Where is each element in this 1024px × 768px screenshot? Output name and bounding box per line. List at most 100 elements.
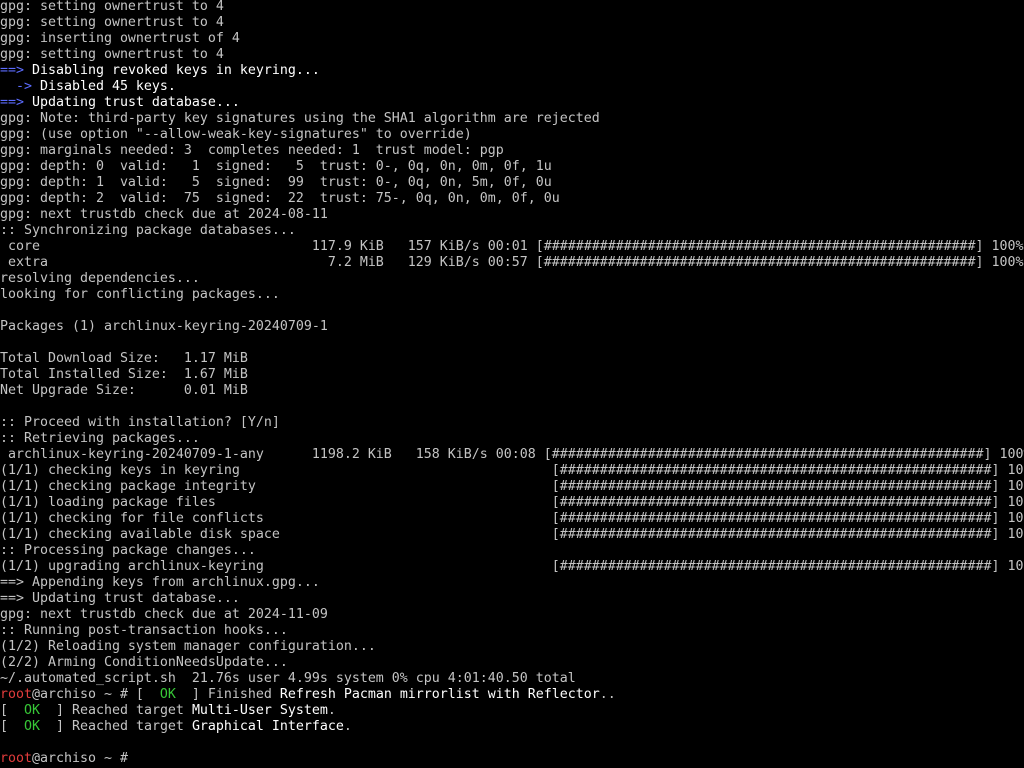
terminal-line: [ OK ] Reached target Multi-User System. <box>0 703 336 719</box>
terminal-text: ==> Appending keys from archlinux.gpg... <box>0 575 320 590</box>
terminal-line: [ OK ] Reached target Graphical Interfac… <box>0 719 352 735</box>
terminal-text: -> <box>0 79 32 94</box>
terminal-text: @archiso ~ # [ <box>31 687 160 702</box>
terminal-text: Total Installed Size: 1.67 MiB <box>0 367 248 382</box>
terminal-line: :: Running post-transaction hooks... <box>0 623 288 639</box>
terminal-line: Packages (1) archlinux-keyring-20240709-… <box>0 319 328 335</box>
terminal-text: ~/.automated_script.sh 21.76s user 4.99s… <box>0 671 576 686</box>
terminal-line: (1/2) Reloading system manager configura… <box>0 639 376 655</box>
terminal-text: resolving dependencies... <box>0 271 200 286</box>
terminal-text: OK <box>24 719 40 734</box>
terminal-text: (1/1) checking package integrity [######… <box>0 479 1024 494</box>
terminal-text: root <box>0 687 32 702</box>
terminal-line: gpg: Note: third-party key signatures us… <box>0 111 600 127</box>
terminal-text: gpg: setting ownertrust to 4 <box>0 0 224 14</box>
terminal-text: ] Reached target <box>40 703 192 718</box>
terminal-text: . <box>327 703 336 718</box>
terminal-text: OK <box>24 703 40 718</box>
terminal-text: (1/1) upgrading archlinux-keyring [#####… <box>0 559 1024 574</box>
terminal-screen[interactable]: gpg: setting ownertrust to 4 gpg: setting… <box>0 0 1024 768</box>
terminal-text: gpg: marginals needed: 3 completes neede… <box>0 143 504 158</box>
terminal-text: gpg: next trustdb check due at 2024-08-1… <box>0 207 328 222</box>
terminal-text: Disabling revoked keys in keyring... <box>24 63 320 78</box>
terminal-line: (1/1) checking for file conflicts [#####… <box>0 511 1024 527</box>
terminal-text: :: Processing package changes... <box>0 543 256 558</box>
terminal-line: :: Retrieving packages... <box>0 431 200 447</box>
terminal-line: (1/1) upgrading archlinux-keyring [#####… <box>0 559 1024 575</box>
terminal-line: root@archiso ~ # <box>0 751 136 767</box>
terminal-text: @archiso ~ # <box>31 751 136 766</box>
terminal-line: gpg: setting ownertrust to 4 <box>0 47 224 63</box>
terminal-text: :: Retrieving packages... <box>0 431 200 446</box>
terminal-text: gpg: next trustdb check due at 2024-11-0… <box>0 607 328 622</box>
terminal-line: (1/1) checking keys in keyring [########… <box>0 463 1024 479</box>
terminal-line: ==> Updating trust database... <box>0 591 240 607</box>
terminal-line: root@archiso ~ # [ OK ] Finished Refresh… <box>0 687 616 703</box>
terminal-line: Total Download Size: 1.17 MiB <box>0 351 248 367</box>
terminal-line: gpg: inserting ownertrust of 4 <box>0 31 240 47</box>
terminal-text: gpg: setting ownertrust to 4 <box>0 47 224 62</box>
terminal-text: (1/2) Reloading system manager configura… <box>0 639 376 654</box>
terminal-line: (1/1) loading package files [###########… <box>0 495 1024 511</box>
terminal-text: ==> Updating trust database... <box>0 591 240 606</box>
terminal-text: gpg: inserting ownertrust of 4 <box>0 31 240 46</box>
terminal-line: looking for conflicting packages... <box>0 287 280 303</box>
terminal-text: :: Proceed with installation? [Y/n] <box>0 415 280 430</box>
terminal-line: gpg: setting ownertrust to 4 <box>0 0 224 15</box>
terminal-text: Multi-User System <box>191 703 328 718</box>
terminal-line: gpg: next trustdb check due at 2024-11-0… <box>0 607 328 623</box>
terminal-text: [ <box>0 703 24 718</box>
terminal-text: :: Synchronizing package databases... <box>0 223 296 238</box>
terminal-line: resolving dependencies... <box>0 271 200 287</box>
terminal-text: Refresh Pacman mirrorlist with Reflector <box>279 687 600 702</box>
terminal-line: gpg: marginals needed: 3 completes neede… <box>0 143 504 159</box>
terminal-text: looking for conflicting packages... <box>0 287 280 302</box>
terminal-line: :: Proceed with installation? [Y/n] <box>0 415 280 431</box>
terminal-text: ==> <box>0 63 24 78</box>
terminal-line: -> Disabled 45 keys. <box>0 79 176 95</box>
terminal-line: gpg: next trustdb check due at 2024-08-1… <box>0 207 328 223</box>
terminal-line: core 117.9 KiB 157 KiB/s 00:01 [########… <box>0 239 1024 255</box>
terminal-text: Updating trust database... <box>24 95 240 110</box>
terminal-text: :: Running post-transaction hooks... <box>0 623 288 638</box>
terminal-text: Packages (1) archlinux-keyring-20240709-… <box>0 319 328 334</box>
terminal-line: archlinux-keyring-20240709-1-any 1198.2 … <box>0 447 1024 463</box>
terminal-line: (2/2) Arming ConditionNeedsUpdate... <box>0 655 288 671</box>
terminal-text: core 117.9 KiB 157 KiB/s 00:01 [########… <box>0 239 1024 254</box>
terminal-text: (1/1) checking available disk space [###… <box>0 527 1024 542</box>
terminal-line: Net Upgrade Size: 0.01 MiB <box>0 383 248 399</box>
terminal-text: Disabled 45 keys. <box>31 79 176 94</box>
terminal-text: (1/1) checking keys in keyring [########… <box>0 463 1024 478</box>
terminal-line: :: Processing package changes... <box>0 543 256 559</box>
terminal-line: gpg: depth: 1 valid: 5 signed: 99 trust:… <box>0 175 552 191</box>
terminal-text: .. <box>599 687 616 702</box>
terminal-text: gpg: setting ownertrust to 4 <box>0 15 224 30</box>
terminal-line: :: Synchronizing package databases... <box>0 223 296 239</box>
terminal-line: gpg: (use option "--allow-weak-key-signa… <box>0 127 472 143</box>
terminal-text: Total Download Size: 1.17 MiB <box>0 351 248 366</box>
terminal-text: ] Finished <box>175 687 280 702</box>
terminal-line: ==> Updating trust database... <box>0 95 240 111</box>
terminal-text: gpg: depth: 0 valid: 1 signed: 5 trust: … <box>0 159 552 174</box>
terminal-line: ~/.automated_script.sh 21.76s user 4.99s… <box>0 671 576 687</box>
terminal-line: Total Installed Size: 1.67 MiB <box>0 367 248 383</box>
terminal-text: gpg: Note: third-party key signatures us… <box>0 111 600 126</box>
terminal-line: gpg: depth: 0 valid: 1 signed: 5 trust: … <box>0 159 552 175</box>
terminal-line: gpg: setting ownertrust to 4 <box>0 15 224 31</box>
terminal-line: (1/1) checking package integrity [######… <box>0 479 1024 495</box>
terminal-line: ==> Appending keys from archlinux.gpg... <box>0 575 320 591</box>
terminal-text: gpg: depth: 1 valid: 5 signed: 99 trust:… <box>0 175 552 190</box>
terminal-text: (1/1) loading package files [###########… <box>0 495 1024 510</box>
terminal-text: root <box>0 751 32 766</box>
terminal-text: extra 7.2 MiB 129 KiB/s 00:57 [#########… <box>0 255 1024 270</box>
terminal-text: Net Upgrade Size: 0.01 MiB <box>0 383 248 398</box>
terminal-line: ==> Disabling revoked keys in keyring... <box>0 63 320 79</box>
terminal-text: ] Reached target <box>40 719 192 734</box>
terminal-text: [ <box>0 719 24 734</box>
terminal-text: Graphical Interface <box>191 719 344 734</box>
terminal-text: gpg: (use option "--allow-weak-key-signa… <box>0 127 472 142</box>
terminal-line: gpg: depth: 2 valid: 75 signed: 22 trust… <box>0 191 560 207</box>
terminal-text: ==> <box>0 95 24 110</box>
terminal-text: . <box>343 719 352 734</box>
terminal-text: OK <box>159 687 176 702</box>
